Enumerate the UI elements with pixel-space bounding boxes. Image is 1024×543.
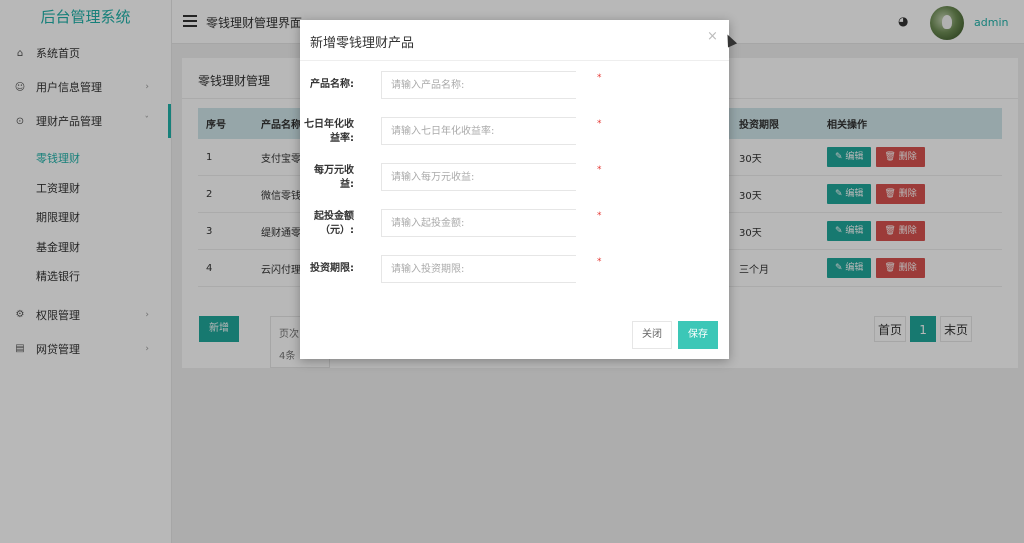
min-amount-input[interactable] [381,209,576,237]
form-row-per-ten-thousand: 每万元收 益: * [300,163,729,191]
form-row-term: 投资期限: * [300,255,729,283]
per-ten-thousand-input[interactable] [381,163,576,191]
close-icon[interactable]: × [707,29,718,44]
form-row-min-amount: 起投金额 （元）: * [300,209,729,237]
save-button[interactable]: 保存 [678,321,718,349]
divider [300,60,729,61]
field-label: 起投金额 （元）: [314,211,354,236]
required-mark: * [597,119,602,129]
field-label: 产品名称: [310,79,354,90]
field-label: 投资期限: [310,263,354,274]
add-product-dialog: 新增零钱理财产品 × 产品名称: * 七日年化收 益率: * 每万元收 益: *… [300,20,729,359]
seven-day-yield-input[interactable] [381,117,576,145]
form-row-product-name: 产品名称: * [300,71,729,99]
field-label: 七日年化收 益率: [304,119,354,144]
term-input[interactable] [381,255,576,283]
close-button[interactable]: 关闭 [632,321,672,349]
required-mark: * [597,211,602,221]
field-label: 每万元收 益: [314,165,354,190]
required-mark: * [597,165,602,175]
product-name-input[interactable] [381,71,576,99]
form-row-seven-day-yield: 七日年化收 益率: * [300,117,729,145]
dialog-title: 新增零钱理财产品 [310,36,415,51]
required-mark: * [597,257,602,267]
required-mark: * [597,73,602,83]
